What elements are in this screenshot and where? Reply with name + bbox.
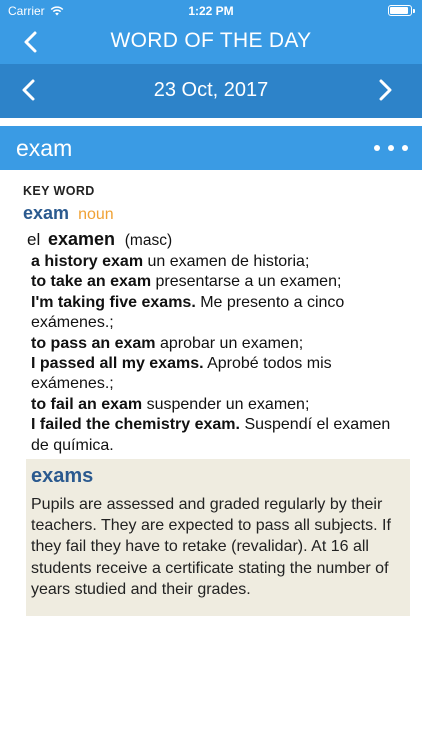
- example-english: to fail an exam: [31, 395, 143, 413]
- key-word-label: KEY WORD: [23, 184, 95, 198]
- example-english: I failed the chemistry exam.: [31, 416, 240, 434]
- culture-note: exams Pupils are assessed and graded reg…: [26, 459, 410, 616]
- examples-list: a history exam un examen de historia; to…: [31, 252, 403, 456]
- date-label: 23 Oct, 2017: [153, 79, 269, 101]
- example-spanish: un examen de historia;: [147, 253, 310, 270]
- example-spanish: aprobar un examen;: [159, 334, 304, 352]
- example-item: I'm taking five exams. Me presento a cin…: [31, 293, 403, 334]
- translation-word: examen: [47, 229, 116, 249]
- example-item: a history exam un examen de historia;: [31, 252, 403, 272]
- date-bar: 23 Oct, 2017: [0, 64, 422, 118]
- example-english: to pass an exam: [31, 334, 156, 352]
- headword-line: exam noun: [23, 203, 114, 224]
- example-item: to pass an exam aprobar un examen;: [31, 334, 403, 354]
- translation-article: el: [27, 230, 41, 249]
- example-english: I'm taking five exams.: [31, 293, 196, 311]
- translation-gender: (masc): [124, 232, 173, 249]
- example-item: to fail an exam suspender un examen;: [31, 395, 403, 415]
- translation-line: el examen (masc): [27, 229, 172, 250]
- example-spanish: presentarse a un examen;: [155, 273, 342, 291]
- nav-bar: WORD OF THE DAY: [0, 22, 422, 64]
- example-item: to take an exam presentarse a un examen;: [31, 272, 403, 292]
- status-time: 1:22 PM: [188, 4, 234, 18]
- example-item: I passed all my exams. Aprobé todos mis …: [31, 354, 403, 395]
- more-options-icon[interactable]: [374, 136, 408, 160]
- word-bar: exam: [0, 126, 422, 170]
- example-english: I passed all my exams.: [31, 355, 204, 373]
- example-spanish: suspender un examen;: [146, 395, 310, 413]
- battery-icon: [388, 5, 415, 16]
- next-day-chevron-icon[interactable]: [370, 75, 400, 105]
- example-item: I failed the chemistry exam. Suspendí el…: [31, 415, 403, 456]
- part-of-speech: noun: [78, 206, 114, 223]
- word-title: exam: [16, 135, 73, 161]
- culture-note-text: Pupils are assessed and graded regularly…: [31, 496, 391, 598]
- example-english: a history exam: [31, 253, 144, 270]
- page-title: WORD OF THE DAY: [110, 29, 312, 52]
- culture-note-title: exams: [31, 465, 94, 487]
- headword: exam: [23, 203, 70, 223]
- example-english: to take an exam: [31, 273, 152, 291]
- status-bar: Carrier 1:22 PM: [0, 0, 422, 22]
